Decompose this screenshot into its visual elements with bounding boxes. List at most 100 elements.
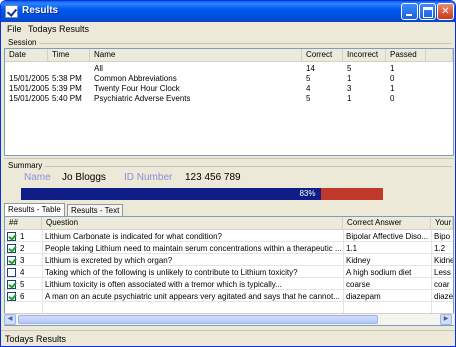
result-checkbox[interactable] <box>7 244 16 253</box>
result-your-answer: Bipo <box>434 232 451 241</box>
scrollbar-thumb[interactable] <box>18 315 378 324</box>
result-checkbox[interactable] <box>7 232 16 241</box>
row-passed: 0 <box>390 94 395 103</box>
row-time: 5:38 PM <box>52 74 82 83</box>
row-date: 15/01/2005 <box>9 94 50 103</box>
window-title: Results <box>22 5 59 16</box>
col-name[interactable]: Name <box>90 49 302 62</box>
scroll-left-icon[interactable]: ◀ <box>4 314 16 325</box>
result-number: 5 <box>20 280 25 289</box>
checkmark-app-icon <box>5 5 18 18</box>
name-label: Name <box>24 172 51 183</box>
col-question[interactable]: Question <box>42 217 343 230</box>
minimize-button[interactable] <box>401 3 418 20</box>
maximize-button[interactable] <box>419 3 436 20</box>
result-row[interactable]: 6 A man on an acute psychiatric unit app… <box>5 291 453 302</box>
result-checkbox[interactable] <box>7 292 16 301</box>
row-name: Twenty Four Hour Clock <box>94 84 180 93</box>
menu-todays-results[interactable]: Todays Results <box>28 24 89 34</box>
result-correct-answer: A high sodium diet <box>346 268 412 277</box>
result-correct-answer: Kidney <box>346 256 371 265</box>
session-label: Session <box>8 38 37 47</box>
result-row[interactable]: 3 Lithium is excreted by which organ? Ki… <box>5 255 453 266</box>
id-number-label: ID Number <box>124 172 173 183</box>
row-date: 15/01/2005 <box>9 74 50 83</box>
row-incorrect: 3 <box>347 84 352 93</box>
col-correct[interactable]: Correct <box>302 49 343 62</box>
horizontal-scrollbar[interactable]: ◀ ▶ <box>4 313 454 325</box>
session-list[interactable]: Date Time Name Correct Incorrect Passed … <box>4 48 454 156</box>
result-your-answer: Less <box>434 268 451 277</box>
result-question: Lithium toxicity is often associated wit… <box>45 280 282 289</box>
result-number: 1 <box>20 232 25 241</box>
result-correct-answer: 1.1 <box>346 244 358 253</box>
name-value: Jo Bloggs <box>62 172 106 183</box>
title-bar[interactable]: Results ✕ <box>1 1 455 22</box>
result-question: Lithium Carbonate is indicated for what … <box>45 232 222 241</box>
row-date: 15/01/2005 <box>9 84 50 93</box>
result-row[interactable]: 5 Lithium toxicity is often associated w… <box>5 279 453 290</box>
results-window: Results ✕ File Todays Results Session Da… <box>0 0 456 347</box>
col-filler <box>426 49 453 62</box>
row-incorrect: 1 <box>347 74 352 83</box>
close-button[interactable]: ✕ <box>437 3 454 20</box>
row-passed: 0 <box>390 74 395 83</box>
menu-file[interactable]: File <box>7 24 22 34</box>
result-question: Lithium is excreted by which organ? <box>45 256 173 265</box>
session-divider <box>39 43 452 44</box>
result-checkbox[interactable] <box>7 280 16 289</box>
result-number: 2 <box>20 244 25 253</box>
result-row[interactable]: 2 People taking Lithium need to maintain… <box>5 243 453 254</box>
row-passed: 1 <box>390 64 395 73</box>
col-correct-answer[interactable]: Correct Answer <box>343 217 431 230</box>
result-your-answer: 1.2 <box>434 244 446 253</box>
row-name: All <box>94 64 103 73</box>
scroll-right-icon[interactable]: ▶ <box>440 314 452 325</box>
col-your-answer[interactable]: Your <box>431 217 453 230</box>
score-progress-bar: 83% <box>21 188 383 200</box>
row-incorrect: 1 <box>347 94 352 103</box>
result-number: 3 <box>20 256 25 265</box>
row-correct: 4 <box>306 84 311 93</box>
row-name: Common Abbreviations <box>94 74 177 83</box>
col-passed[interactable]: Passed <box>386 49 426 62</box>
tab-results-text[interactable]: Results - Text <box>67 204 124 216</box>
result-number: 4 <box>20 268 25 277</box>
status-text: Todays Results <box>5 334 67 344</box>
result-correct-answer: coarse <box>346 280 371 289</box>
row-correct: 5 <box>306 94 311 103</box>
menu-bar: File Todays Results <box>1 22 455 36</box>
result-row[interactable]: 4 Taking which of the following is unlik… <box>5 267 453 278</box>
splitter[interactable] <box>4 158 454 159</box>
row-correct: 14 <box>306 64 315 73</box>
score-progress-fill <box>21 188 322 200</box>
col-time[interactable]: Time <box>48 49 90 62</box>
score-percent: 83% <box>299 189 316 198</box>
result-question: Taking which of the following is unlikel… <box>45 268 298 277</box>
col-incorrect[interactable]: Incorrect <box>343 49 386 62</box>
summary-label: Summary <box>8 161 43 170</box>
col-date[interactable]: Date <box>5 49 48 62</box>
col-number[interactable]: ## <box>5 217 42 230</box>
result-checkbox[interactable] <box>7 256 16 265</box>
result-your-answer: Kidne <box>434 256 453 265</box>
results-table[interactable]: ## Question Correct Answer Your 1 Lithiu… <box>4 216 454 326</box>
id-number-value: 123 456 789 <box>185 172 241 183</box>
result-correct-answer: diazepam <box>346 292 381 301</box>
summary-divider <box>45 166 452 167</box>
result-correct-answer: Bipolar Affective Diso... <box>346 232 429 241</box>
row-correct: 5 <box>306 74 311 83</box>
result-question: People taking Lithium need to maintain s… <box>45 244 341 253</box>
row-passed: 1 <box>390 84 395 93</box>
row-time: 5:40 PM <box>52 94 82 103</box>
result-question: A man on an acute psychiatric unit appea… <box>45 292 340 301</box>
result-row[interactable]: 1 Lithium Carbonate is indicated for wha… <box>5 231 453 242</box>
result-number: 6 <box>20 292 25 301</box>
result-your-answer: diaze <box>434 292 453 301</box>
status-bar: Todays Results <box>1 330 455 346</box>
row-time: 5:39 PM <box>52 84 82 93</box>
result-checkbox[interactable] <box>7 268 16 277</box>
row-incorrect: 5 <box>347 64 352 73</box>
row-name: Psychiatric Adverse Events <box>94 94 191 103</box>
tab-results-table[interactable]: Results - Table <box>4 203 65 216</box>
